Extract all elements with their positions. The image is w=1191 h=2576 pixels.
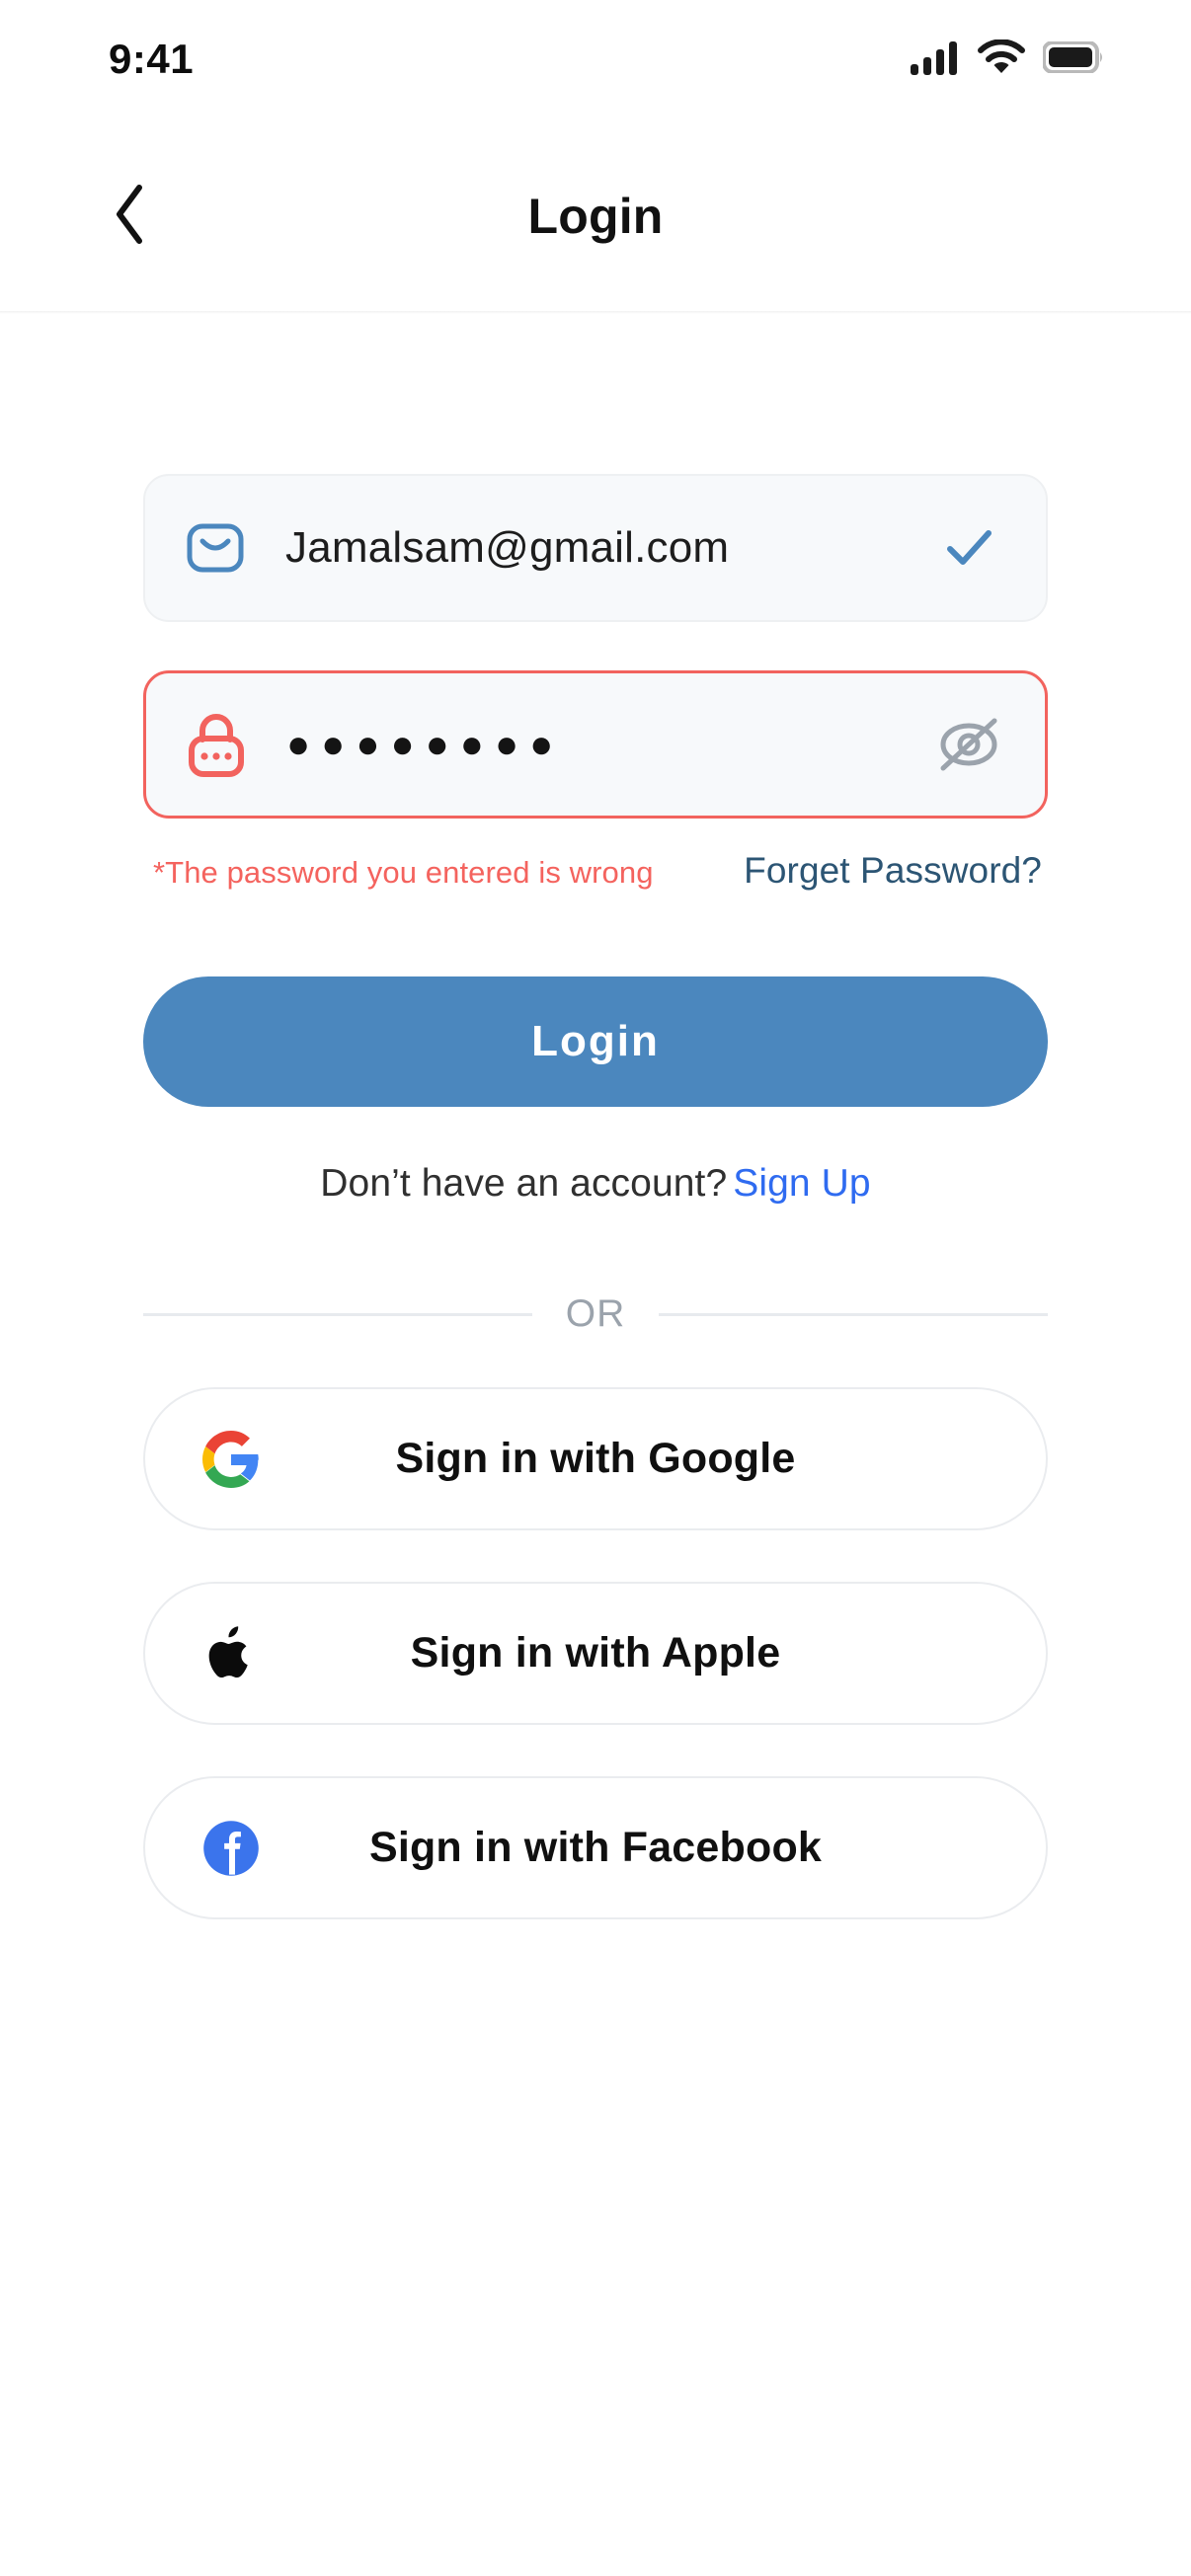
page-title: Login	[527, 189, 664, 244]
email-input-value[interactable]: Jamalsam@gmail.com	[250, 523, 933, 573]
sign-in-google-label: Sign in with Google	[395, 1435, 796, 1482]
eye-off-icon[interactable]	[932, 714, 1005, 775]
signup-row: Don’t have an account? Sign Up	[143, 1162, 1048, 1206]
sign-in-apple-label: Sign in with Apple	[410, 1629, 781, 1677]
password-error-message: *The password you entered is wrong	[153, 855, 654, 890]
forgot-password-link[interactable]: Forget Password?	[744, 850, 1042, 892]
check-icon	[933, 527, 1006, 569]
password-input-value[interactable]: ●●●●●●●●	[251, 723, 932, 767]
password-error-row: *The password you entered is wrong Forge…	[143, 850, 1048, 892]
password-field[interactable]: ●●●●●●●●	[143, 670, 1048, 819]
divider-line-left	[143, 1312, 532, 1316]
divider-label: OR	[565, 1292, 626, 1335]
back-button[interactable]	[95, 182, 164, 251]
email-field[interactable]: Jamalsam@gmail.com	[143, 474, 1048, 622]
sign-in-apple-button[interactable]: Sign in with Apple	[143, 1582, 1048, 1725]
sign-in-facebook-button[interactable]: Sign in with Facebook	[143, 1776, 1048, 1919]
status-icons	[911, 38, 1104, 80]
login-form: Jamalsam@gmail.com ●●●●●●●● *The passwor…	[0, 474, 1191, 1919]
login-button-label: Login	[531, 1017, 660, 1065]
sign-in-facebook-label: Sign in with Facebook	[368, 1824, 823, 1871]
status-time: 9:41	[109, 36, 195, 82]
apple-icon	[200, 1623, 262, 1684]
envelope-icon	[181, 517, 250, 579]
google-icon	[200, 1429, 262, 1490]
facebook-icon	[200, 1818, 262, 1879]
chevron-left-icon	[112, 184, 147, 250]
status-bar: 9:41	[0, 0, 1191, 118]
sign-in-google-button[interactable]: Sign in with Google	[143, 1387, 1048, 1530]
wifi-icon	[978, 38, 1025, 80]
login-button[interactable]: Login	[143, 976, 1048, 1107]
cellular-signal-icon	[911, 39, 960, 80]
app-header: Login	[0, 118, 1191, 314]
divider-line-right	[659, 1312, 1048, 1316]
lock-icon	[182, 710, 251, 779]
or-divider: OR	[143, 1292, 1048, 1336]
signup-link[interactable]: Sign Up	[727, 1162, 870, 1205]
signup-prompt: Don’t have an account?	[320, 1162, 728, 1205]
battery-full-icon	[1042, 39, 1104, 78]
